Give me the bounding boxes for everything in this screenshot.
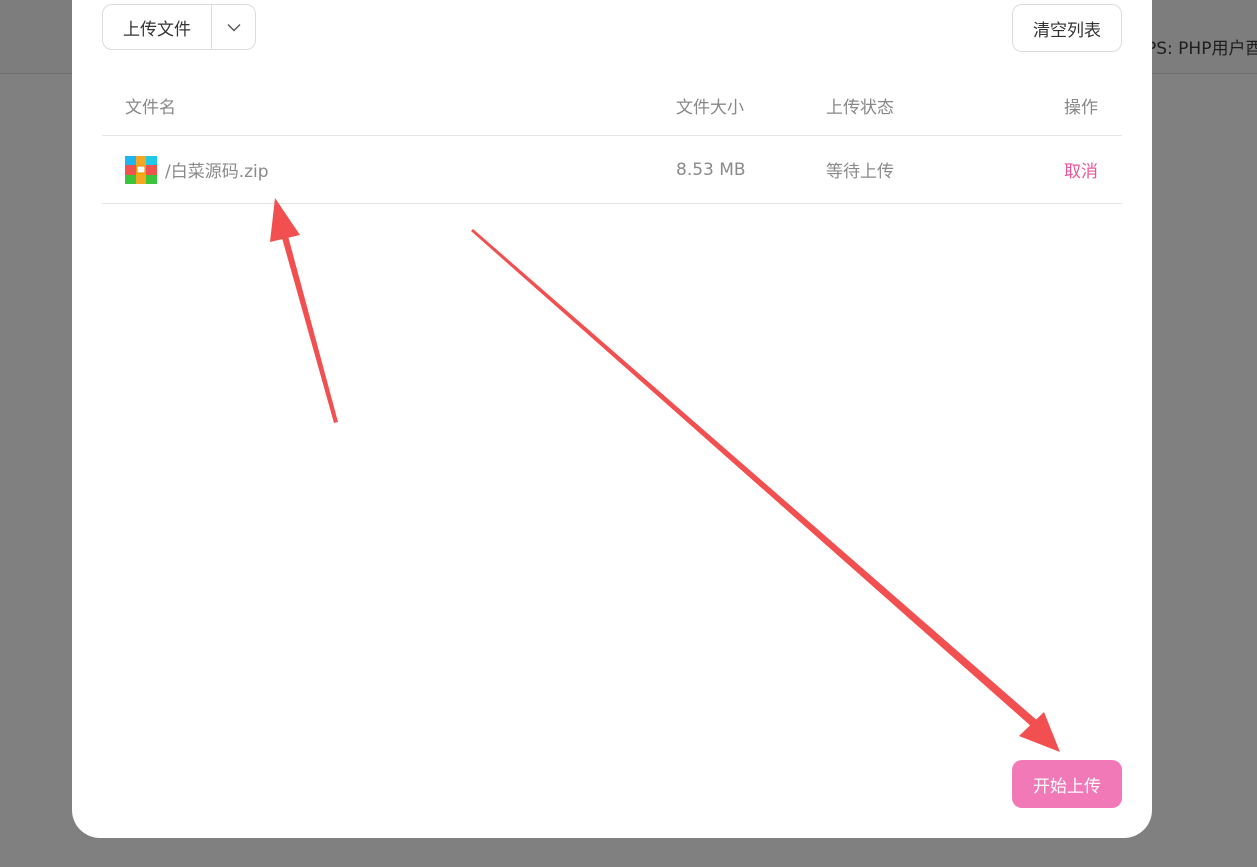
upload-split-button: 上传文件 [102, 4, 256, 50]
upload-options-dropdown[interactable] [212, 5, 255, 49]
upload-file-button[interactable]: 上传文件 [103, 5, 211, 49]
file-name: /白菜源码.zip [165, 162, 269, 182]
zip-archive-icon [125, 155, 157, 184]
table-header: 文件名 文件大小 上传状态 操作 [102, 76, 1122, 136]
start-upload-button[interactable]: 开始上传 [1012, 760, 1122, 808]
upload-file-table: 文件名 文件大小 上传状态 操作 /白菜源码.zip 8.53 MB 等待上传 … [102, 76, 1122, 204]
file-name-cell: /白菜源码.zip [125, 136, 269, 203]
header-file-size: 文件大小 [676, 98, 744, 118]
chevron-down-icon [227, 23, 240, 31]
header-upload-status: 上传状态 [826, 98, 894, 118]
upload-dialog: 上传文件 清空列表 文件名 文件大小 上传状态 操作 /白菜源码.zip 8.5… [72, 0, 1152, 838]
cancel-upload-link[interactable]: 取消 [1064, 157, 1098, 182]
clear-list-button[interactable]: 清空列表 [1012, 4, 1122, 52]
header-action: 操作 [1064, 98, 1098, 118]
file-size: 8.53 MB [676, 159, 746, 180]
table-row: /白菜源码.zip 8.53 MB 等待上传 取消 [102, 136, 1122, 204]
file-status: 等待上传 [826, 162, 894, 182]
background-page-text: PS: PHP用户酉 [1146, 39, 1257, 59]
cancel-action-cell: 取消 [1064, 136, 1098, 203]
header-file-name: 文件名 [125, 98, 176, 118]
